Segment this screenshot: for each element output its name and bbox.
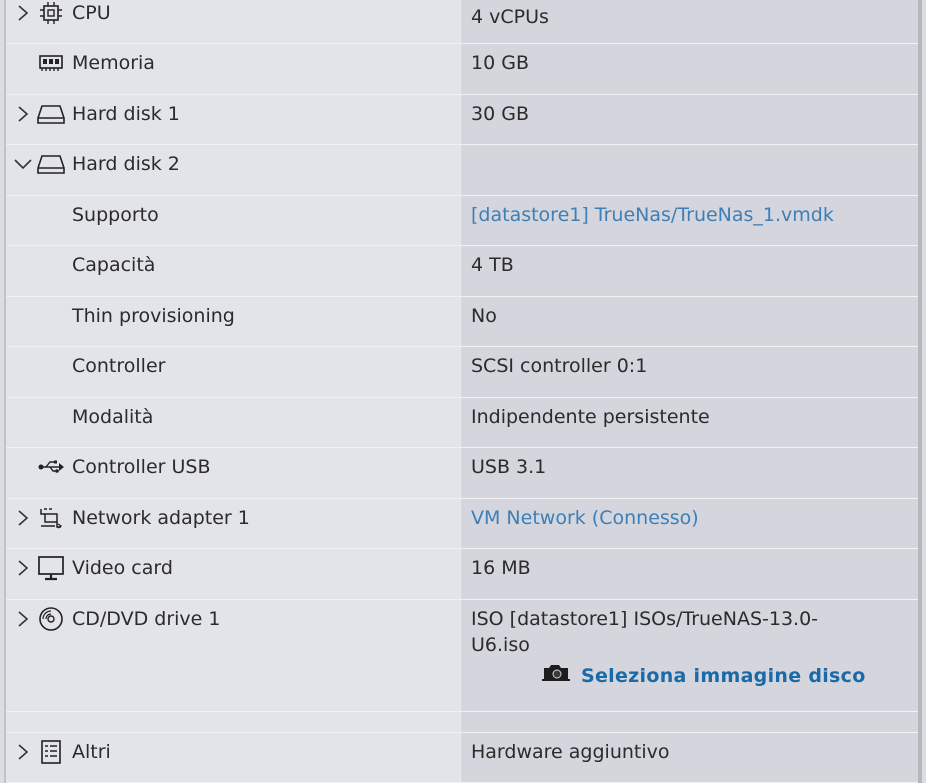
chevron-right-icon[interactable] [10,505,36,531]
row-label: Controller USB [72,456,211,478]
camera-icon [541,662,571,691]
row-memory: Memoria 10 GB [6,44,918,95]
row-spacer [6,711,918,733]
row-label: Network adapter 1 [72,506,250,529]
chevron-right-icon[interactable] [10,606,36,632]
row-label: Hard disk 2 [72,153,180,175]
cpu-icon [36,0,66,26]
row-value: 4 TB [460,246,918,296]
chevron-right-icon[interactable] [10,0,36,26]
row-label: Thin provisioning [72,304,235,327]
row-capacita: Capacità 4 TB [6,246,918,297]
network-adapter-icon [36,505,66,531]
select-disk-image-label: Seleziona immagine disco [581,665,866,687]
row-modalita: Modalità Indipendente persistente [6,397,918,448]
row-supporto: Supporto [datastore1] TrueNas/TrueNas_1.… [6,195,918,246]
row-label: Controller [72,355,166,377]
row-network-adapter-1: Network adapter 1 VM Network (Connesso) [6,498,918,549]
row-value: No [460,296,918,346]
list-icon [36,739,66,765]
select-disk-image-button[interactable]: Seleziona immagine disco [541,662,918,691]
chevron-right-icon[interactable] [10,555,36,581]
disc-icon [36,606,66,632]
row-label: CPU [72,2,111,24]
row-cpu: CPU 4 vCPUs [6,0,918,44]
chevron-right-icon[interactable] [10,101,36,127]
row-thin-provisioning: Thin provisioning No [6,296,918,347]
row-value: 30 GB [460,94,918,144]
row-label: Video card [72,557,173,579]
memory-icon [36,50,66,76]
row-label: Hard disk 1 [72,102,180,125]
vm-hardware-panel: CPU 4 vCPUs Memoria 10 GB Hard disk 1 30… [4,0,922,783]
row-label: Capacità [72,254,156,276]
row-value [460,145,918,195]
disk-file-link[interactable]: [datastore1] TrueNas/TrueNas_1.vmdk [460,195,918,245]
row-label: Altri [72,740,111,763]
row-label: CD/DVD drive 1 [72,607,221,630]
row-hard-disk-1: Hard disk 1 30 GB [6,94,918,145]
row-value: USB 3.1 [460,448,918,498]
row-controller-usb: Controller USB USB 3.1 [6,448,918,499]
usb-icon [36,454,66,480]
row-value: Hardware aggiuntivo [460,732,918,782]
row-value: 10 GB [460,44,918,94]
row-value: 16 MB [460,549,918,599]
row-hard-disk-2: Hard disk 2 [6,145,918,196]
row-value: 4 vCPUs [460,0,918,43]
chevron-down-icon[interactable] [10,151,36,177]
row-controller: Controller SCSI controller 0:1 [6,347,918,398]
row-value: Indipendente persistente [460,397,918,447]
row-cd-dvd-drive-1: CD/DVD drive 1 ISO [datastore1] ISOs/Tru… [6,599,918,712]
monitor-icon [36,555,66,581]
row-altri: Altri Hardware aggiuntivo [6,732,918,783]
chevron-right-icon[interactable] [10,739,36,765]
row-value: SCSI controller 0:1 [460,347,918,397]
network-link[interactable]: VM Network (Connesso) [460,498,918,548]
row-label: Memoria [72,52,155,74]
row-label: Modalità [72,405,154,428]
row-video-card: Video card 16 MB [6,549,918,600]
iso-path: ISO [datastore1] ISOs/TrueNAS-13.0-U6.is… [471,607,819,656]
row-label: Supporto [72,203,159,226]
hard-disk-icon [36,101,66,127]
hard-disk-icon [36,151,66,177]
